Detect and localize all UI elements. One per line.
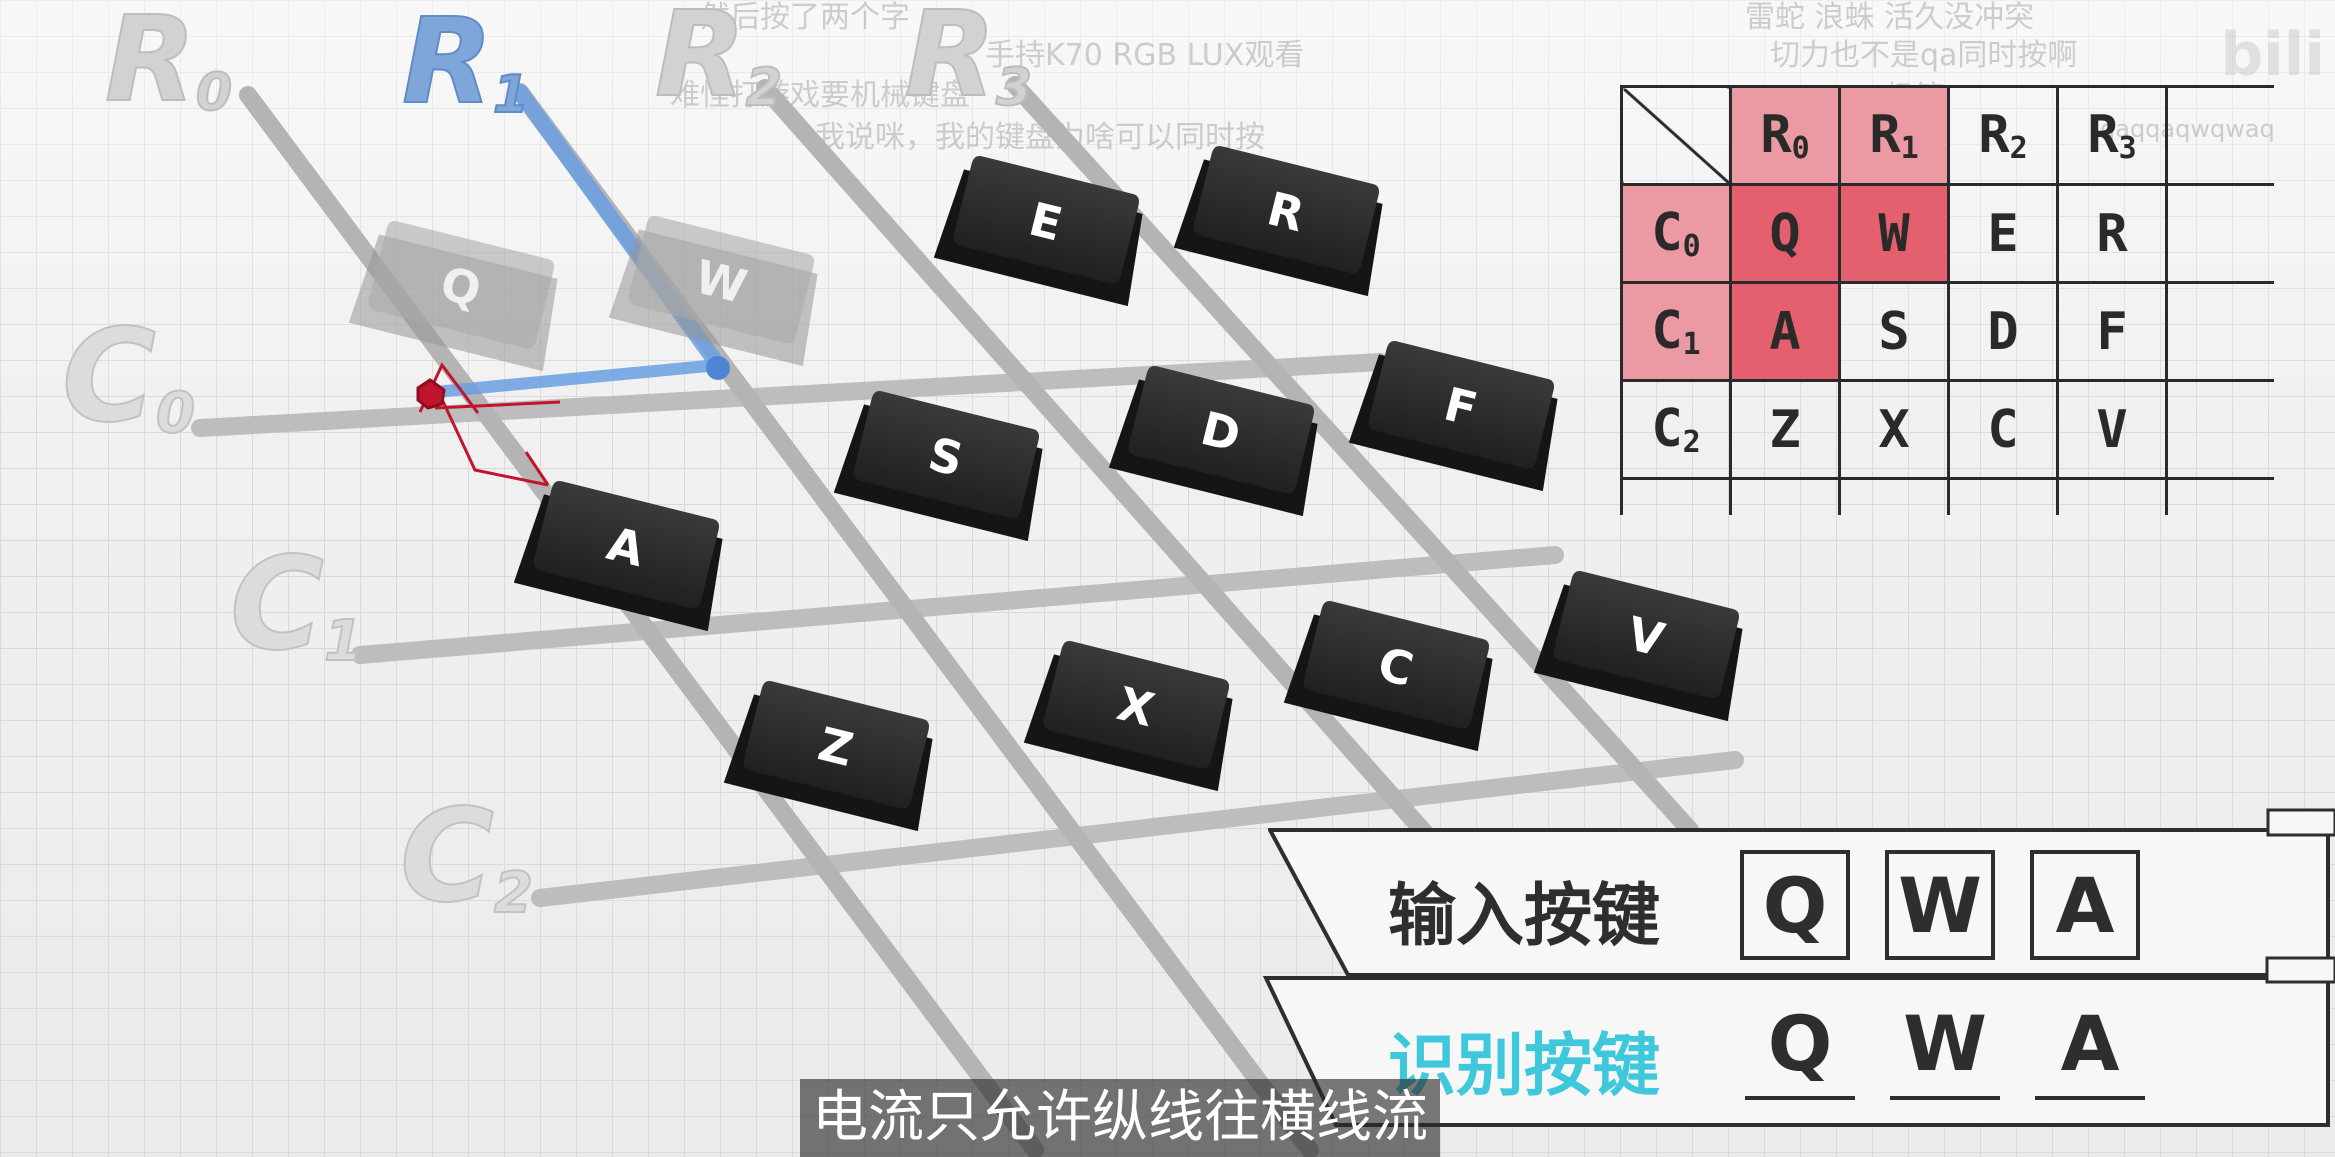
detected-key: A (2035, 990, 2145, 1100)
table-header-r2: R2 (1947, 85, 2059, 186)
table-header-r1: R1 (1838, 85, 1950, 186)
keycap-w: W (608, 215, 818, 367)
keycap-e: E (933, 155, 1143, 307)
keycap-x: X (1023, 640, 1233, 792)
row-label-r0: R0 (105, 0, 232, 128)
table-cell: Q (1729, 183, 1841, 284)
row-label-r2: R2 (655, 0, 782, 123)
keycaps: Q WE RAS D FZXC V (348, 145, 1743, 832)
keycap-s: S (833, 390, 1043, 542)
row-label-r1: R1 (402, 0, 529, 130)
detected-key: Q (1745, 990, 1855, 1100)
key-matrix-table: R0 R1 R2 R3 C0 Q W E R C1 A S D F C2 Z X… (1620, 85, 2274, 515)
table-row-label-c0: C0 (1620, 183, 1732, 284)
keycap-z: Z (723, 680, 933, 832)
table-row-label-c2: C2 (1620, 379, 1732, 480)
keycap-f: F (1348, 340, 1558, 492)
keycap-a: A (513, 480, 723, 632)
table-cell: F (2056, 281, 2168, 382)
table-header-r3: R3 (2056, 85, 2168, 186)
input-key-box: A (2030, 850, 2140, 960)
video-subtitle: 电流只允许纵线往横线流 (800, 1079, 1440, 1157)
column-label-c2: C2 (400, 782, 533, 931)
keycap-r: R (1173, 145, 1383, 297)
input-key-box: W (1885, 850, 1995, 960)
table-row-label-c1: C1 (1620, 281, 1732, 382)
row-label-r3: R3 (905, 0, 1032, 123)
table-cell: C (1947, 379, 2059, 480)
table-cell: Z (1729, 379, 1841, 480)
table-cell: W (1838, 183, 1950, 284)
table-cell: S (1838, 281, 1950, 382)
table-cell: E (1947, 183, 2059, 284)
column-label-c0: C0 (62, 302, 195, 451)
input-key-box: Q (1740, 850, 1850, 960)
column-label-c1: C1 (230, 530, 363, 679)
table-corner-cell (1620, 85, 1732, 186)
table-cell: D (1947, 281, 2059, 382)
table-cell: A (1729, 281, 1841, 382)
keycap-q: Q (348, 220, 558, 372)
table-cell: V (2056, 379, 2168, 480)
table-cell: R (2056, 183, 2168, 284)
table-header-r0: R0 (1729, 85, 1841, 186)
input-panel-label: 输入按键 (1388, 877, 1661, 956)
keycap-c: C (1283, 600, 1493, 752)
table-cell: X (1838, 379, 1950, 480)
detected-key: W (1890, 990, 2000, 1100)
